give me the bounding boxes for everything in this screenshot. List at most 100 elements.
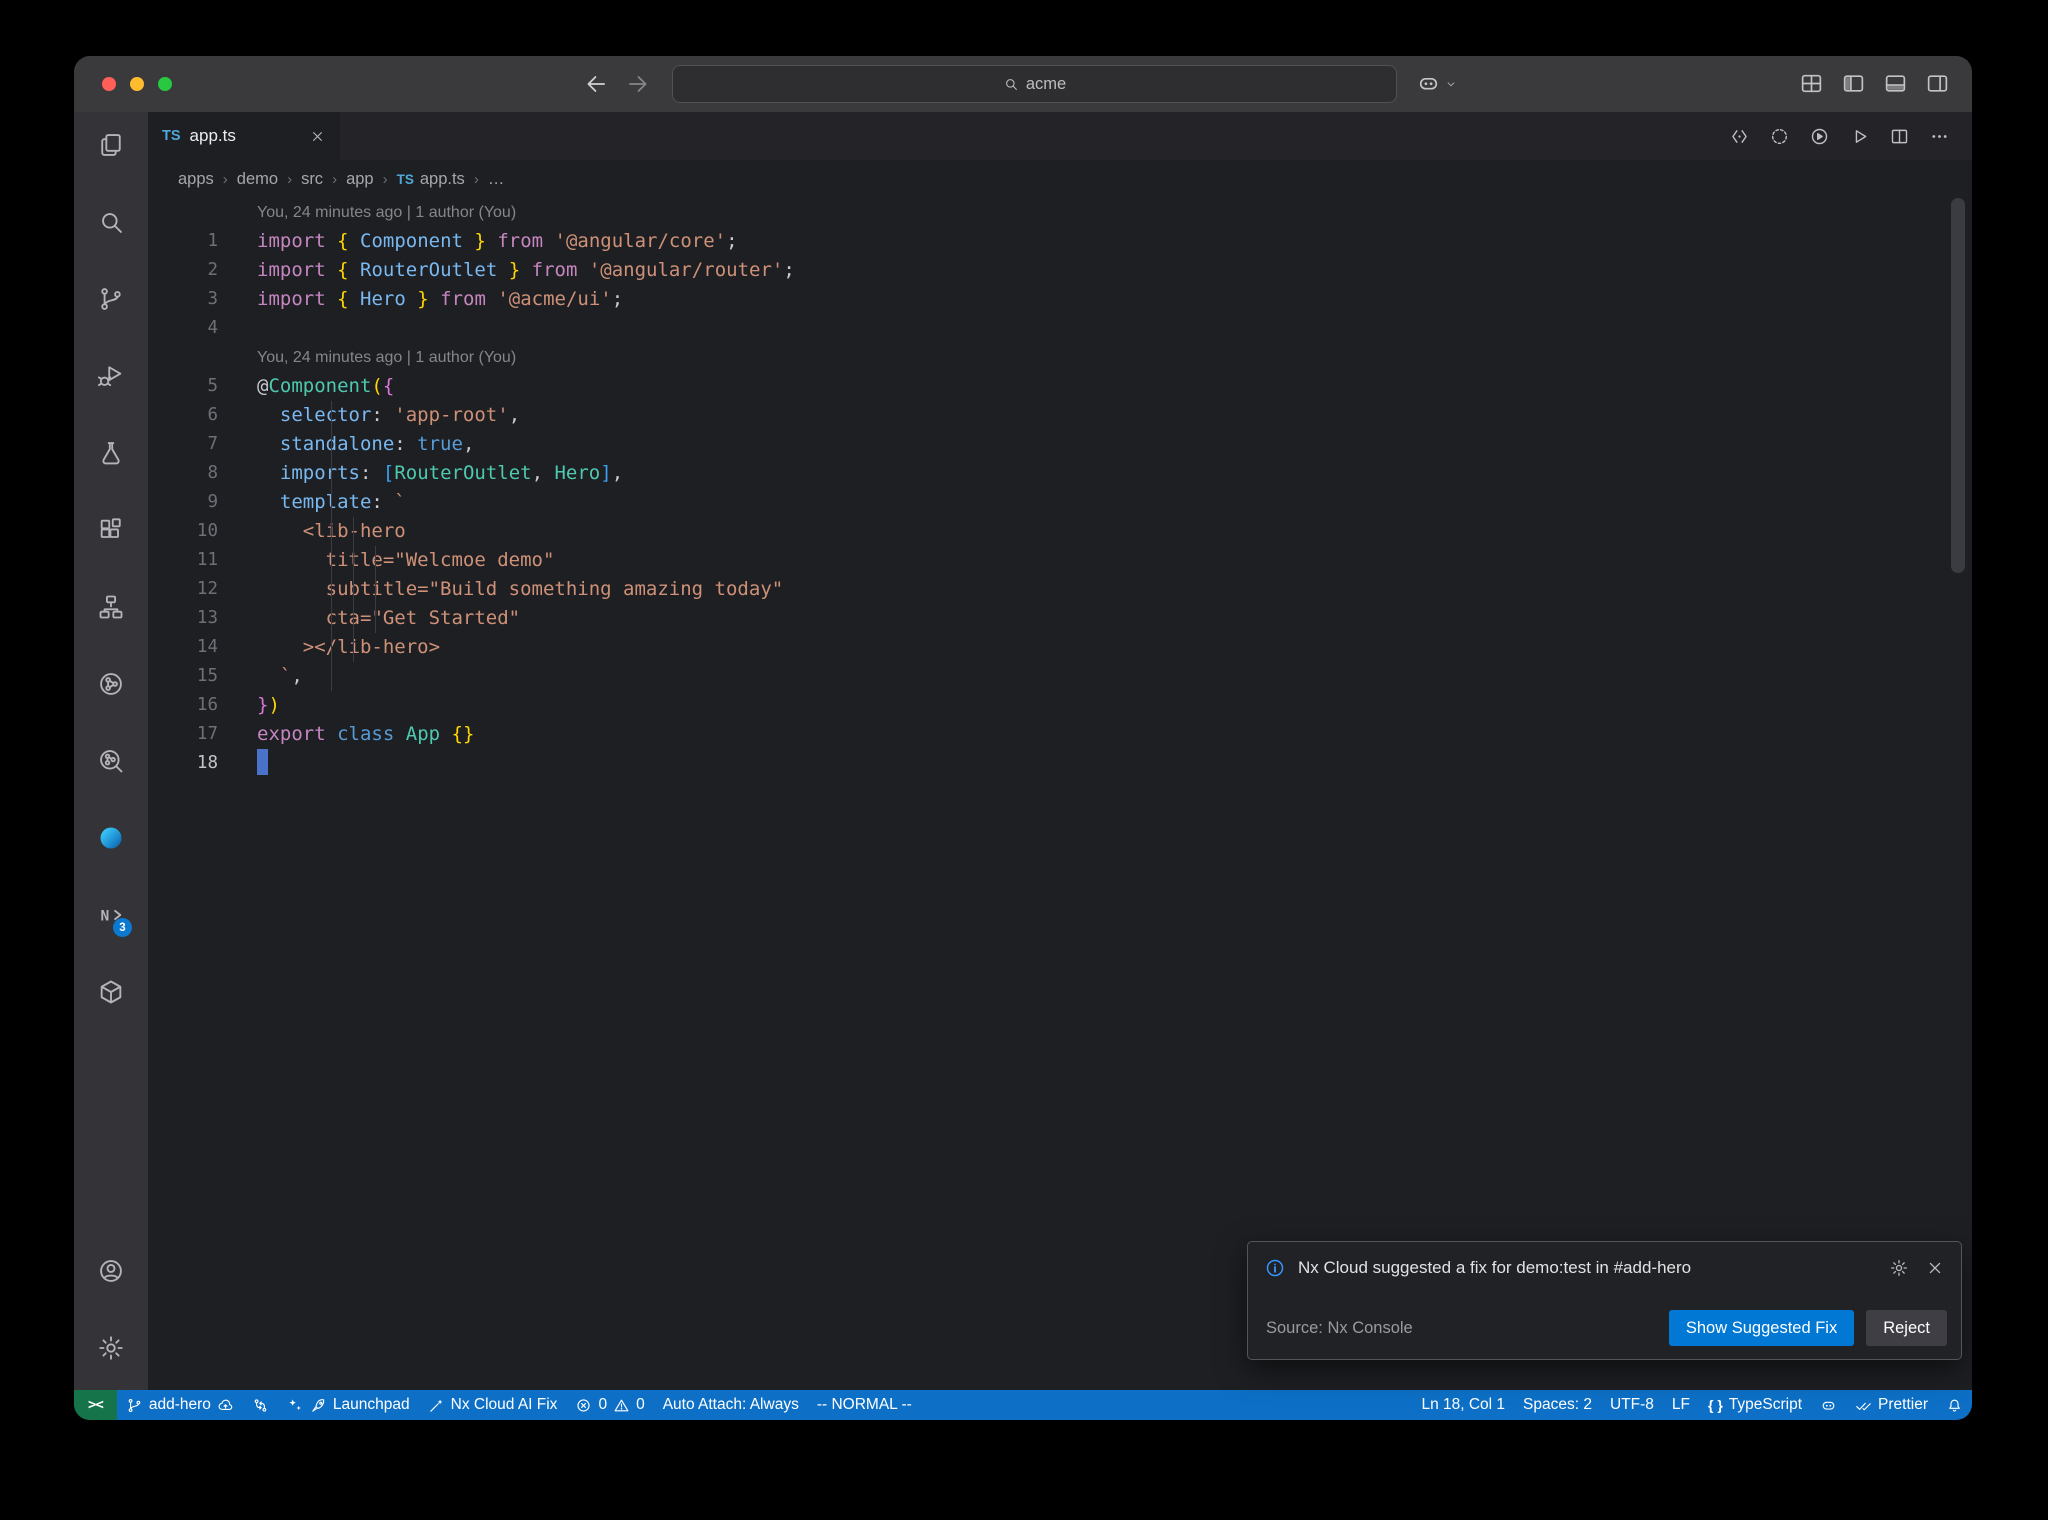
activity-item-accounts[interactable]: [87, 1247, 135, 1295]
status-indentation[interactable]: Spaces: 2: [1514, 1390, 1601, 1420]
run-tests-icon[interactable]: [1769, 126, 1790, 147]
minimize-window-button[interactable]: [130, 77, 144, 91]
status-formatter-prettier[interactable]: Prettier: [1846, 1390, 1937, 1420]
toggle-panel-icon[interactable]: [1883, 71, 1908, 96]
code-line-text: standalone: true,: [279, 433, 475, 455]
navigate-forward-icon[interactable]: [625, 71, 651, 97]
titlebar: acme: [74, 56, 1972, 112]
breadcrumb-item-apps[interactable]: apps: [178, 170, 214, 189]
code-row[interactable]: 6 selector: 'app-root',: [148, 401, 1972, 430]
activity-item-testing[interactable]: [87, 429, 135, 477]
code-editor[interactable]: You, 24 minutes ago | 1 author (You) 1 imp…: [148, 198, 1972, 1390]
activity-item-edge-browser[interactable]: [87, 814, 135, 862]
run-file-icon[interactable]: [1849, 126, 1870, 147]
activity-item-source-control[interactable]: [87, 275, 135, 323]
code-row[interactable]: 9 template: `: [148, 488, 1972, 517]
svg-text:N: N: [101, 907, 110, 924]
code-row[interactable]: 17 export class App {}: [148, 720, 1972, 749]
compare-icon: [254, 1398, 267, 1412]
code-line-text: }): [257, 694, 280, 716]
code-line-text: title="Welcmoe demo": [257, 549, 555, 571]
status-vim-mode[interactable]: -- NORMAL --: [808, 1390, 921, 1420]
code-row[interactable]: 15 `,: [148, 662, 1972, 691]
status-language-mode[interactable]: { } TypeScript: [1699, 1390, 1811, 1420]
graph-icon: [100, 673, 122, 695]
activity-item-nx-project-graph[interactable]: [87, 660, 135, 708]
status-eol[interactable]: LF: [1663, 1390, 1699, 1420]
status-git-compare[interactable]: [243, 1390, 278, 1420]
code-line-text: selector: 'app-root',: [279, 404, 521, 426]
status-auto-attach[interactable]: Auto Attach: Always: [654, 1390, 808, 1420]
customize-layout-icon[interactable]: [1799, 71, 1824, 96]
rerun-task-icon[interactable]: [1809, 126, 1830, 147]
line-number: 9: [207, 492, 218, 512]
notification-settings-icon[interactable]: [1889, 1258, 1909, 1278]
code-row[interactable]: 10 <lib-hero: [148, 517, 1972, 546]
notification-toast: Nx Cloud suggested a fix for demo:test i…: [1247, 1241, 1962, 1360]
scm-icon: [101, 288, 121, 310]
code-row[interactable]: 11 title="Welcmoe demo": [148, 546, 1972, 575]
code-line-text: import { RouterOutlet } from '@angular/r…: [257, 259, 795, 281]
activity-item-settings[interactable]: [87, 1324, 135, 1372]
hierarchy-icon: [99, 595, 123, 619]
code-row[interactable]: 12 subtitle="Build something amazing tod…: [148, 575, 1972, 604]
code-row[interactable]: 1 import { Component } from '@angular/cor…: [148, 227, 1972, 256]
copilot-menu-button[interactable]: [1416, 71, 1458, 96]
status-copilot-status[interactable]: [1811, 1390, 1846, 1420]
code-row[interactable]: 3 import { Hero } from '@acme/ui';: [148, 285, 1972, 314]
more-actions-icon[interactable]: [1929, 126, 1950, 147]
code-row[interactable]: 7 standalone: true,: [148, 430, 1972, 459]
reject-button[interactable]: Reject: [1866, 1310, 1947, 1346]
close-window-button[interactable]: [102, 77, 116, 91]
zoom-window-button[interactable]: [158, 77, 172, 91]
code-row[interactable]: 2 import { RouterOutlet } from '@angular/…: [148, 256, 1972, 285]
breadcrumb-item-file[interactable]: TS app.ts: [397, 170, 465, 189]
notification-close-icon[interactable]: [1925, 1258, 1945, 1278]
status-git-branch[interactable]: add-hero: [117, 1390, 243, 1420]
code-row[interactable]: 18: [148, 749, 1972, 778]
activity-item-nx-project-details[interactable]: [87, 737, 135, 785]
breadcrumb-item-app[interactable]: app: [346, 170, 374, 189]
code-row[interactable]: 5 @Component({: [148, 372, 1972, 401]
breadcrumb-item-src[interactable]: src: [301, 170, 323, 189]
status-remote-indicator[interactable]: ><: [74, 1390, 117, 1420]
navigate-back-icon[interactable]: [583, 71, 609, 97]
command-center-search[interactable]: acme: [672, 65, 1397, 103]
git-blame-annotation: You, 24 minutes ago | 1 author (You): [257, 204, 517, 221]
activity-item-extensions[interactable]: [87, 506, 135, 554]
activity-item-search[interactable]: [87, 198, 135, 246]
status-launchpad[interactable]: Launchpad: [278, 1390, 419, 1420]
code-row[interactable]: 16}): [148, 691, 1972, 720]
vertical-scrollbar[interactable]: [1951, 198, 1965, 573]
blame-row[interactable]: You, 24 minutes ago | 1 author (You): [148, 198, 1972, 227]
line-number: 15: [196, 666, 218, 686]
status-cursor-position[interactable]: Ln 18, Col 1: [1412, 1390, 1514, 1420]
line-number: [148, 198, 218, 227]
activity-item-package-explorer[interactable]: [87, 968, 135, 1016]
graph-search-icon: [100, 750, 123, 773]
show-suggested-fix-button[interactable]: Show Suggested Fix: [1668, 1310, 1855, 1346]
code-row[interactable]: 14 ></lib-hero>: [148, 633, 1972, 662]
status-problems[interactable]: 00: [566, 1390, 653, 1420]
status-encoding[interactable]: UTF-8: [1601, 1390, 1663, 1420]
split-editor-icon[interactable]: [1889, 126, 1910, 147]
breadcrumb-item-demo[interactable]: demo: [237, 170, 278, 189]
breadcrumb-separator: ›: [222, 170, 228, 188]
activity-item-run-and-debug[interactable]: [87, 352, 135, 400]
status-nx-cloud-ai-fix[interactable]: Nx Cloud AI Fix: [419, 1390, 567, 1420]
activity-item-explorer[interactable]: [87, 121, 135, 169]
blame-row[interactable]: You, 24 minutes ago | 1 author (You): [148, 343, 1972, 372]
toggle-secondary-sidebar-icon[interactable]: [1925, 71, 1950, 96]
code-row[interactable]: 4: [148, 314, 1972, 343]
close-tab-icon[interactable]: [309, 128, 326, 145]
tab-app-ts[interactable]: TS app.ts: [148, 112, 340, 160]
activity-item-nx-console[interactable]: N3: [87, 891, 135, 939]
code-row[interactable]: 8 imports: [RouterOutlet, Hero],: [148, 459, 1972, 488]
toggle-primary-sidebar-icon[interactable]: [1841, 71, 1866, 96]
code-line-text: ></lib-hero>: [257, 636, 441, 658]
status-notifications-bell[interactable]: [1937, 1390, 1972, 1420]
code-row[interactable]: 13 cta="Get Started": [148, 604, 1972, 633]
activity-item-references[interactable]: [87, 583, 135, 631]
breadcrumb-symbol-tail[interactable]: …: [488, 170, 505, 189]
compare-changes-icon[interactable]: [1729, 126, 1750, 147]
